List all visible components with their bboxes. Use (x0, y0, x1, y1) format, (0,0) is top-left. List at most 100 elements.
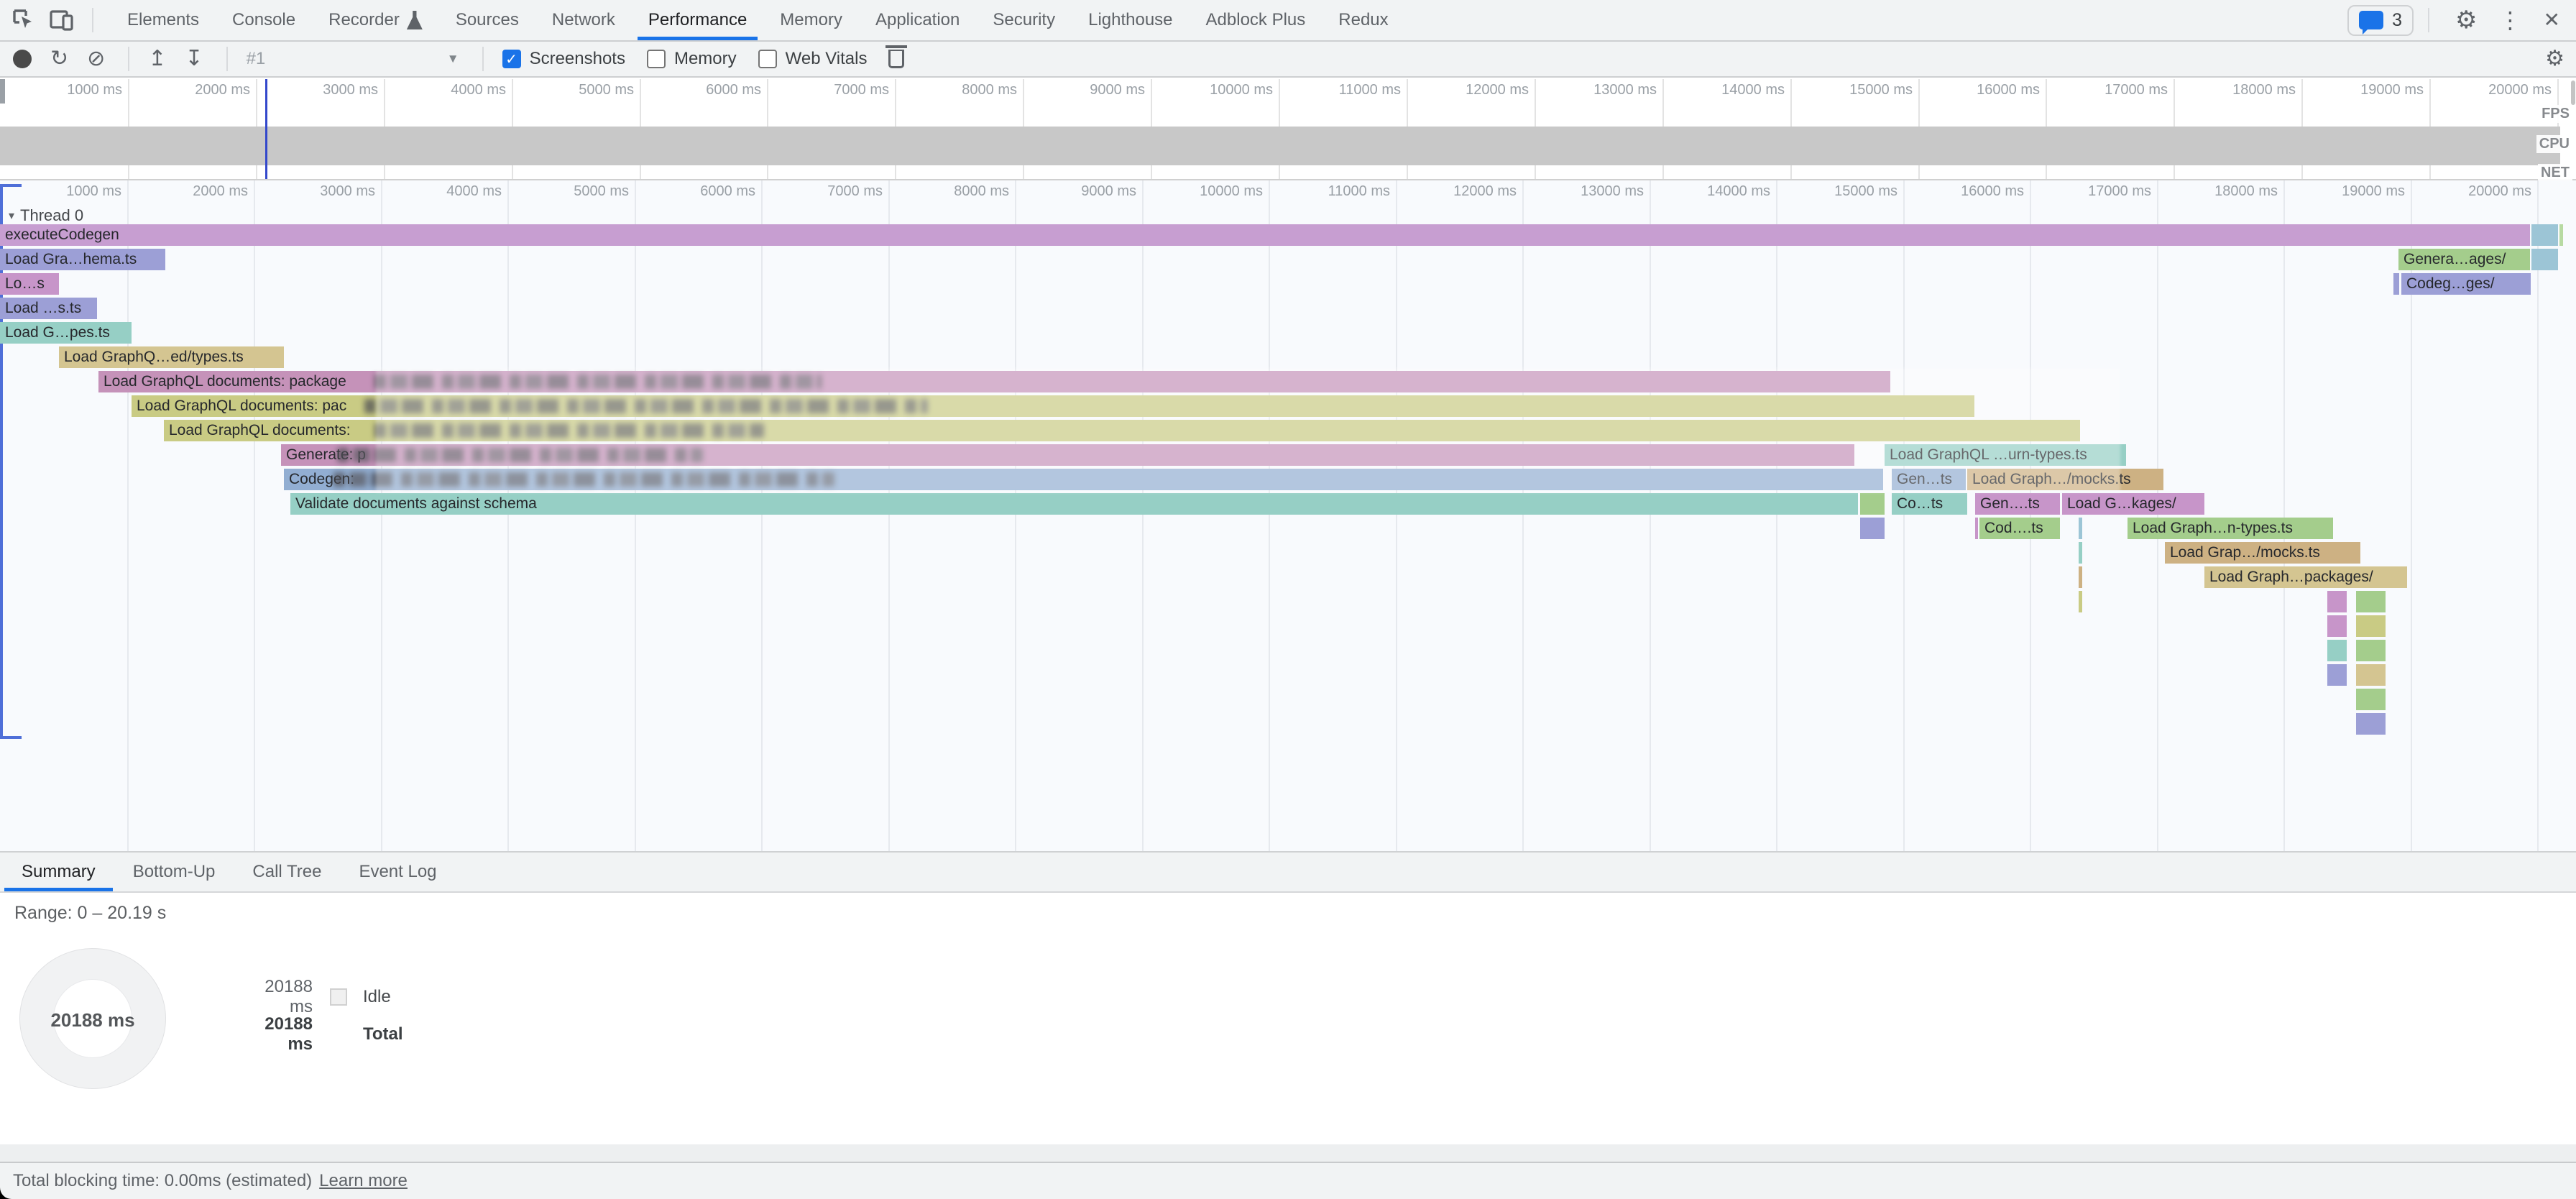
tab-performance[interactable]: Performance (632, 0, 763, 40)
selection-bracket-cap (0, 184, 22, 187)
flame-bar-label: Load G…pes.ts (0, 322, 132, 344)
checkbox-memory[interactable]: Memory (647, 49, 737, 69)
lane-label-cpu: CPU (2536, 135, 2572, 153)
delete-recording-button[interactable] (888, 50, 904, 68)
tab-sources[interactable]: Sources (439, 0, 535, 40)
flame-bar[interactable] (2079, 591, 2082, 612)
flame-bar-co-ts[interactable]: Co…ts (1892, 493, 1967, 515)
flame-bar[interactable] (2356, 591, 2386, 612)
flame-bar-load-grap-mocks-ts[interactable]: Load Grap…/mocks.ts (2165, 542, 2360, 564)
flame-bar[interactable] (2356, 689, 2386, 710)
profile-select[interactable]: #1 ▼ (247, 49, 459, 69)
flame-bar[interactable] (2356, 615, 2386, 637)
flame-bar[interactable] (2079, 566, 2082, 588)
reload-and-record-button[interactable]: ↻ (50, 48, 68, 70)
tab-lighthouse[interactable]: Lighthouse (1072, 0, 1189, 40)
drawer-tab-call-tree[interactable]: Call Tree (234, 853, 340, 891)
learn-more-link[interactable]: Learn more (319, 1171, 408, 1191)
flame-bar[interactable] (2559, 224, 2563, 246)
tab-label: Console (232, 10, 295, 30)
flame-bar[interactable] (2079, 542, 2082, 564)
timeline-overview[interactable]: 1000 ms2000 ms3000 ms4000 ms5000 ms6000 … (0, 79, 2576, 180)
tab-label: Elements (127, 10, 199, 30)
drawer-tabbar: SummaryBottom-UpCall TreeEvent Log (0, 851, 2576, 893)
flame-bar-load-s-ts[interactable]: Load …s.ts (0, 298, 97, 319)
legend-label: Total (363, 1024, 403, 1044)
flame-bar-load-g-pes-ts[interactable]: Load G…pes.ts (0, 322, 132, 344)
flame-bar-load-graph-n-types-ts[interactable]: Load Graph…n-types.ts (2128, 518, 2333, 539)
trash-icon (888, 50, 904, 68)
settings-gear-icon[interactable]: ⚙ (2455, 8, 2477, 32)
flame-bar-load-graphq-ed-types-ts[interactable]: Load GraphQ…ed/types.ts (59, 346, 284, 368)
flame-bar[interactable] (2393, 273, 2399, 295)
load-profile-button[interactable]: ↥ (148, 48, 166, 70)
flame-bar-load-gra-hema-ts[interactable]: Load Gra…hema.ts (0, 249, 165, 270)
tab-application[interactable]: Application (859, 0, 976, 40)
flame-bar[interactable] (1860, 493, 1885, 515)
overview-tick-label: 16000 ms (1918, 82, 2040, 98)
vertical-scrollbar-thumb[interactable] (2571, 81, 2575, 105)
close-devtools-icon[interactable]: ✕ (2544, 10, 2560, 30)
flame-bar-codeg-ges[interactable]: Codeg…ges/ (2401, 273, 2531, 295)
flame-bar-lo-s[interactable]: Lo…s (0, 273, 59, 295)
overview-tick-label: 19000 ms (2301, 82, 2424, 98)
flame-bar-gen-ts[interactable]: Gen….ts (1975, 493, 2060, 515)
flame-bar[interactable] (2327, 640, 2347, 661)
flame-bar[interactable] (2531, 249, 2558, 270)
devtools-window: Elements Console RecorderSourcesNetworkPer… (0, 0, 2576, 1199)
tab-memory[interactable]: Memory (763, 0, 859, 40)
drawer-tab-summary[interactable]: Summary (3, 853, 114, 891)
tab-elements[interactable]: Elements (111, 0, 216, 40)
checkbox-web-vitals[interactable]: Web Vitals (758, 49, 868, 69)
flame-bar-cod-ts[interactable]: Cod….ts (1979, 518, 2060, 539)
inspect-element-icon[interactable] (12, 8, 36, 32)
flame-bar[interactable] (2327, 591, 2347, 612)
flame-bar[interactable] (2327, 664, 2347, 686)
overview-tick-label: 8000 ms (895, 82, 1017, 98)
device-toolbar-icon[interactable] (49, 8, 75, 32)
flame-bar[interactable] (2356, 713, 2386, 735)
kebab-menu-icon[interactable]: ⋮ (2499, 9, 2522, 32)
flame-tick-label: 14000 ms (1648, 183, 1770, 200)
overview-tick-label: 9000 ms (1023, 82, 1145, 98)
overview-tick-label: 5000 ms (512, 82, 634, 98)
flame-bar[interactable] (2356, 640, 2386, 661)
checkbox-unchecked-icon (758, 50, 777, 68)
record-button[interactable] (13, 50, 32, 68)
thread-header[interactable]: ▾ Thread 0 (9, 206, 83, 225)
overview-left-handle[interactable] (0, 79, 5, 104)
flame-bar-validate-documents-against-schema[interactable]: Validate documents against schema (290, 493, 1858, 515)
flame-chart[interactable]: 1000 ms2000 ms3000 ms4000 ms5000 ms6000 … (0, 180, 2576, 851)
clear-recording-button[interactable]: ⊘ (87, 48, 105, 70)
overview-tick-label: 12000 ms (1407, 82, 1529, 98)
overview-tick-label: 15000 ms (1790, 82, 1913, 98)
drawer-tab-bottom-up[interactable]: Bottom-Up (114, 853, 234, 891)
issues-badge[interactable]: 3 (2347, 5, 2414, 36)
drawer-tab-event-log[interactable]: Event Log (340, 853, 455, 891)
flame-bar-load-graph-packages[interactable]: Load Graph…packages/ (2204, 566, 2407, 588)
flame-bar-executecodegen[interactable]: executeCodegen (0, 224, 2530, 246)
tab-label: Lighthouse (1088, 10, 1172, 30)
flame-bar[interactable] (2356, 664, 2386, 686)
overview-playhead[interactable] (265, 79, 267, 179)
flame-bar-label: Co…ts (1892, 493, 1967, 515)
tab-network[interactable]: Network (535, 0, 632, 40)
tab-adblock-plus[interactable]: Adblock Plus (1190, 0, 1322, 40)
flame-bar[interactable] (2327, 615, 2347, 637)
total-blocking-time-text: Total blocking time: 0.00ms (estimated) (13, 1171, 312, 1191)
flame-bar-load-g-kages[interactable]: Load G…kages/ (2062, 493, 2204, 515)
tab-security[interactable]: Security (976, 0, 1072, 40)
save-profile-button[interactable]: ↧ (185, 48, 203, 70)
flame-bar-genera-ages[interactable]: Genera…ages/ (2398, 249, 2530, 270)
tab-console[interactable]: Console (216, 0, 312, 40)
flame-tick-label: 11000 ms (1268, 183, 1390, 200)
tab-recorder[interactable]: Recorder (312, 0, 439, 40)
toolbar-divider (482, 47, 484, 71)
tab-redux[interactable]: Redux (1322, 0, 1404, 40)
flame-bar[interactable] (2079, 518, 2082, 539)
flame-bar[interactable] (2531, 224, 2558, 246)
checkbox-screenshots[interactable]: ✓Screenshots (502, 49, 625, 69)
flame-bar[interactable] (1860, 518, 1885, 539)
capture-settings-gear-icon[interactable]: ⚙ (2545, 48, 2564, 70)
flame-bar[interactable] (1975, 518, 1978, 539)
